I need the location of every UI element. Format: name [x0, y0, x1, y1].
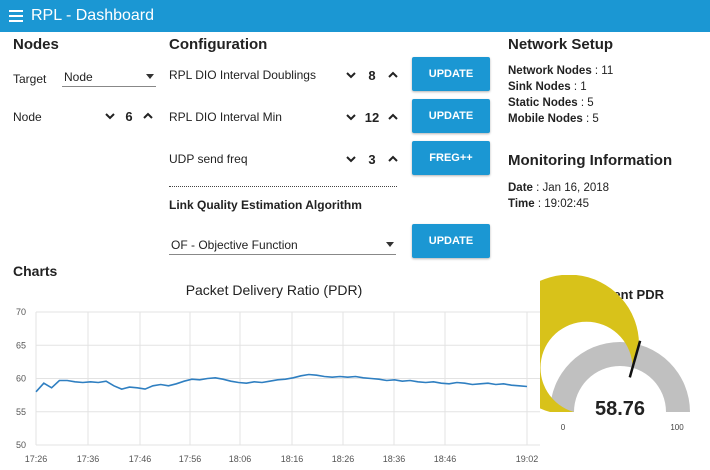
time-label: Time — [508, 198, 535, 210]
objective-function-value: OF - Objective Function — [171, 238, 298, 252]
dio-interval-min-value: 12 — [364, 110, 380, 125]
date-value: : Jan 16, 2018 — [532, 182, 610, 194]
mobile-nodes-value: : 5 — [582, 113, 599, 125]
x-tick-label: 18:36 — [383, 454, 406, 464]
static-nodes-label: Static Nodes — [508, 97, 578, 109]
chevron-up-icon[interactable] — [387, 69, 399, 81]
target-label: Target — [13, 72, 47, 86]
dio-interval-min-stepper: 12 — [345, 109, 401, 127]
x-tick-label: 17:56 — [179, 454, 202, 464]
y-tick-label: 60 — [16, 374, 26, 384]
node-label: Node — [13, 110, 42, 124]
update-dio-doublings-button[interactable]: UPDATE — [412, 57, 490, 91]
udp-send-freq-value: 3 — [368, 152, 376, 167]
x-tick-label: 19:02 — [516, 454, 539, 464]
app-header: RPL - Dashboard — [0, 0, 710, 32]
time-value: : 19:02:45 — [534, 198, 589, 210]
mobile-nodes-line: Mobile Nodes : 5 — [508, 113, 599, 125]
target-select-value: Node — [64, 70, 93, 84]
chevron-down-icon[interactable] — [345, 69, 357, 81]
x-tick-label: 18:26 — [332, 454, 355, 464]
freq-increment-button[interactable]: FREG++ — [412, 141, 490, 175]
y-tick-label: 65 — [16, 340, 26, 350]
dio-doublings-label: RPL DIO Interval Doublings — [169, 68, 316, 82]
x-tick-label: 18:16 — [281, 454, 304, 464]
x-tick-label: 18:46 — [434, 454, 457, 464]
network-nodes-label: Network Nodes — [508, 65, 592, 77]
current-pdr-gauge: Current PDR 58.76 0 100 — [540, 275, 690, 432]
series-line-pdr — [35, 373, 528, 393]
update-objective-function-button[interactable]: UPDATE — [412, 224, 490, 258]
lqe-heading: Link Quality Estimation Algorithm — [169, 198, 362, 212]
date-line: Date : Jan 16, 2018 — [508, 182, 609, 194]
gauge-value: 58.76 — [595, 398, 645, 420]
time-line: Time : 19:02:45 — [508, 198, 589, 210]
objective-function-select[interactable]: OF - Objective Function — [169, 236, 396, 255]
chevron-up-icon[interactable] — [142, 110, 154, 122]
mobile-nodes-label: Mobile Nodes — [508, 113, 583, 125]
dropdown-caret-icon — [386, 242, 394, 247]
dio-doublings-value: 8 — [368, 68, 376, 83]
network-nodes-line: Network Nodes : 11 — [508, 65, 613, 77]
dropdown-caret-icon — [146, 74, 154, 79]
date-label: Date — [508, 182, 533, 194]
app-title: RPL - Dashboard — [31, 7, 155, 24]
node-stepper-value: 6 — [125, 109, 133, 124]
chevron-down-icon[interactable] — [345, 111, 357, 123]
chevron-up-icon[interactable] — [387, 153, 399, 165]
chevron-up-icon[interactable] — [387, 111, 399, 123]
x-tick-label: 18:06 — [229, 454, 252, 464]
udp-send-freq-stepper: 3 — [345, 151, 401, 169]
node-stepper: 6 — [104, 108, 156, 126]
x-tick-label: 17:36 — [77, 454, 100, 464]
y-tick-label: 50 — [16, 440, 26, 450]
dio-doublings-stepper: 8 — [345, 67, 401, 85]
update-dio-interval-min-button[interactable]: UPDATE — [412, 99, 490, 133]
monitoring-heading: Monitoring Information — [508, 152, 673, 169]
gauge-max-label: 100 — [670, 423, 684, 432]
dio-interval-min-label: RPL DIO Interval Min — [169, 110, 282, 124]
pdr-line-chart: Packet Delivery Ratio (PDR) 50 55 60 65 70 17… — [16, 282, 540, 464]
configuration-heading: Configuration — [169, 36, 268, 53]
static-nodes-value: : 5 — [577, 97, 594, 109]
network-nodes-value: : 11 — [591, 65, 614, 77]
sink-nodes-label: Sink Nodes — [508, 81, 571, 93]
chevron-down-icon[interactable] — [345, 153, 357, 165]
nodes-heading: Nodes — [13, 36, 59, 53]
chevron-down-icon[interactable] — [104, 110, 116, 122]
target-select[interactable]: Node — [62, 68, 156, 87]
x-tick-label: 17:46 — [129, 454, 152, 464]
static-nodes-line: Static Nodes : 5 — [508, 97, 594, 109]
y-tick-label: 55 — [16, 407, 26, 417]
network-setup-heading: Network Setup — [508, 36, 614, 53]
y-tick-label: 70 — [16, 307, 26, 317]
section-divider — [169, 186, 397, 187]
chart-title: Packet Delivery Ratio (PDR) — [186, 282, 363, 298]
x-tick-label: 17:26 — [25, 454, 48, 464]
gauge-min-label: 0 — [561, 423, 566, 432]
sink-nodes-line: Sink Nodes : 1 — [508, 81, 587, 93]
sink-nodes-value: : 1 — [570, 81, 587, 93]
udp-send-freq-label: UDP send freq — [169, 152, 248, 166]
hamburger-menu-icon[interactable] — [9, 7, 23, 25]
